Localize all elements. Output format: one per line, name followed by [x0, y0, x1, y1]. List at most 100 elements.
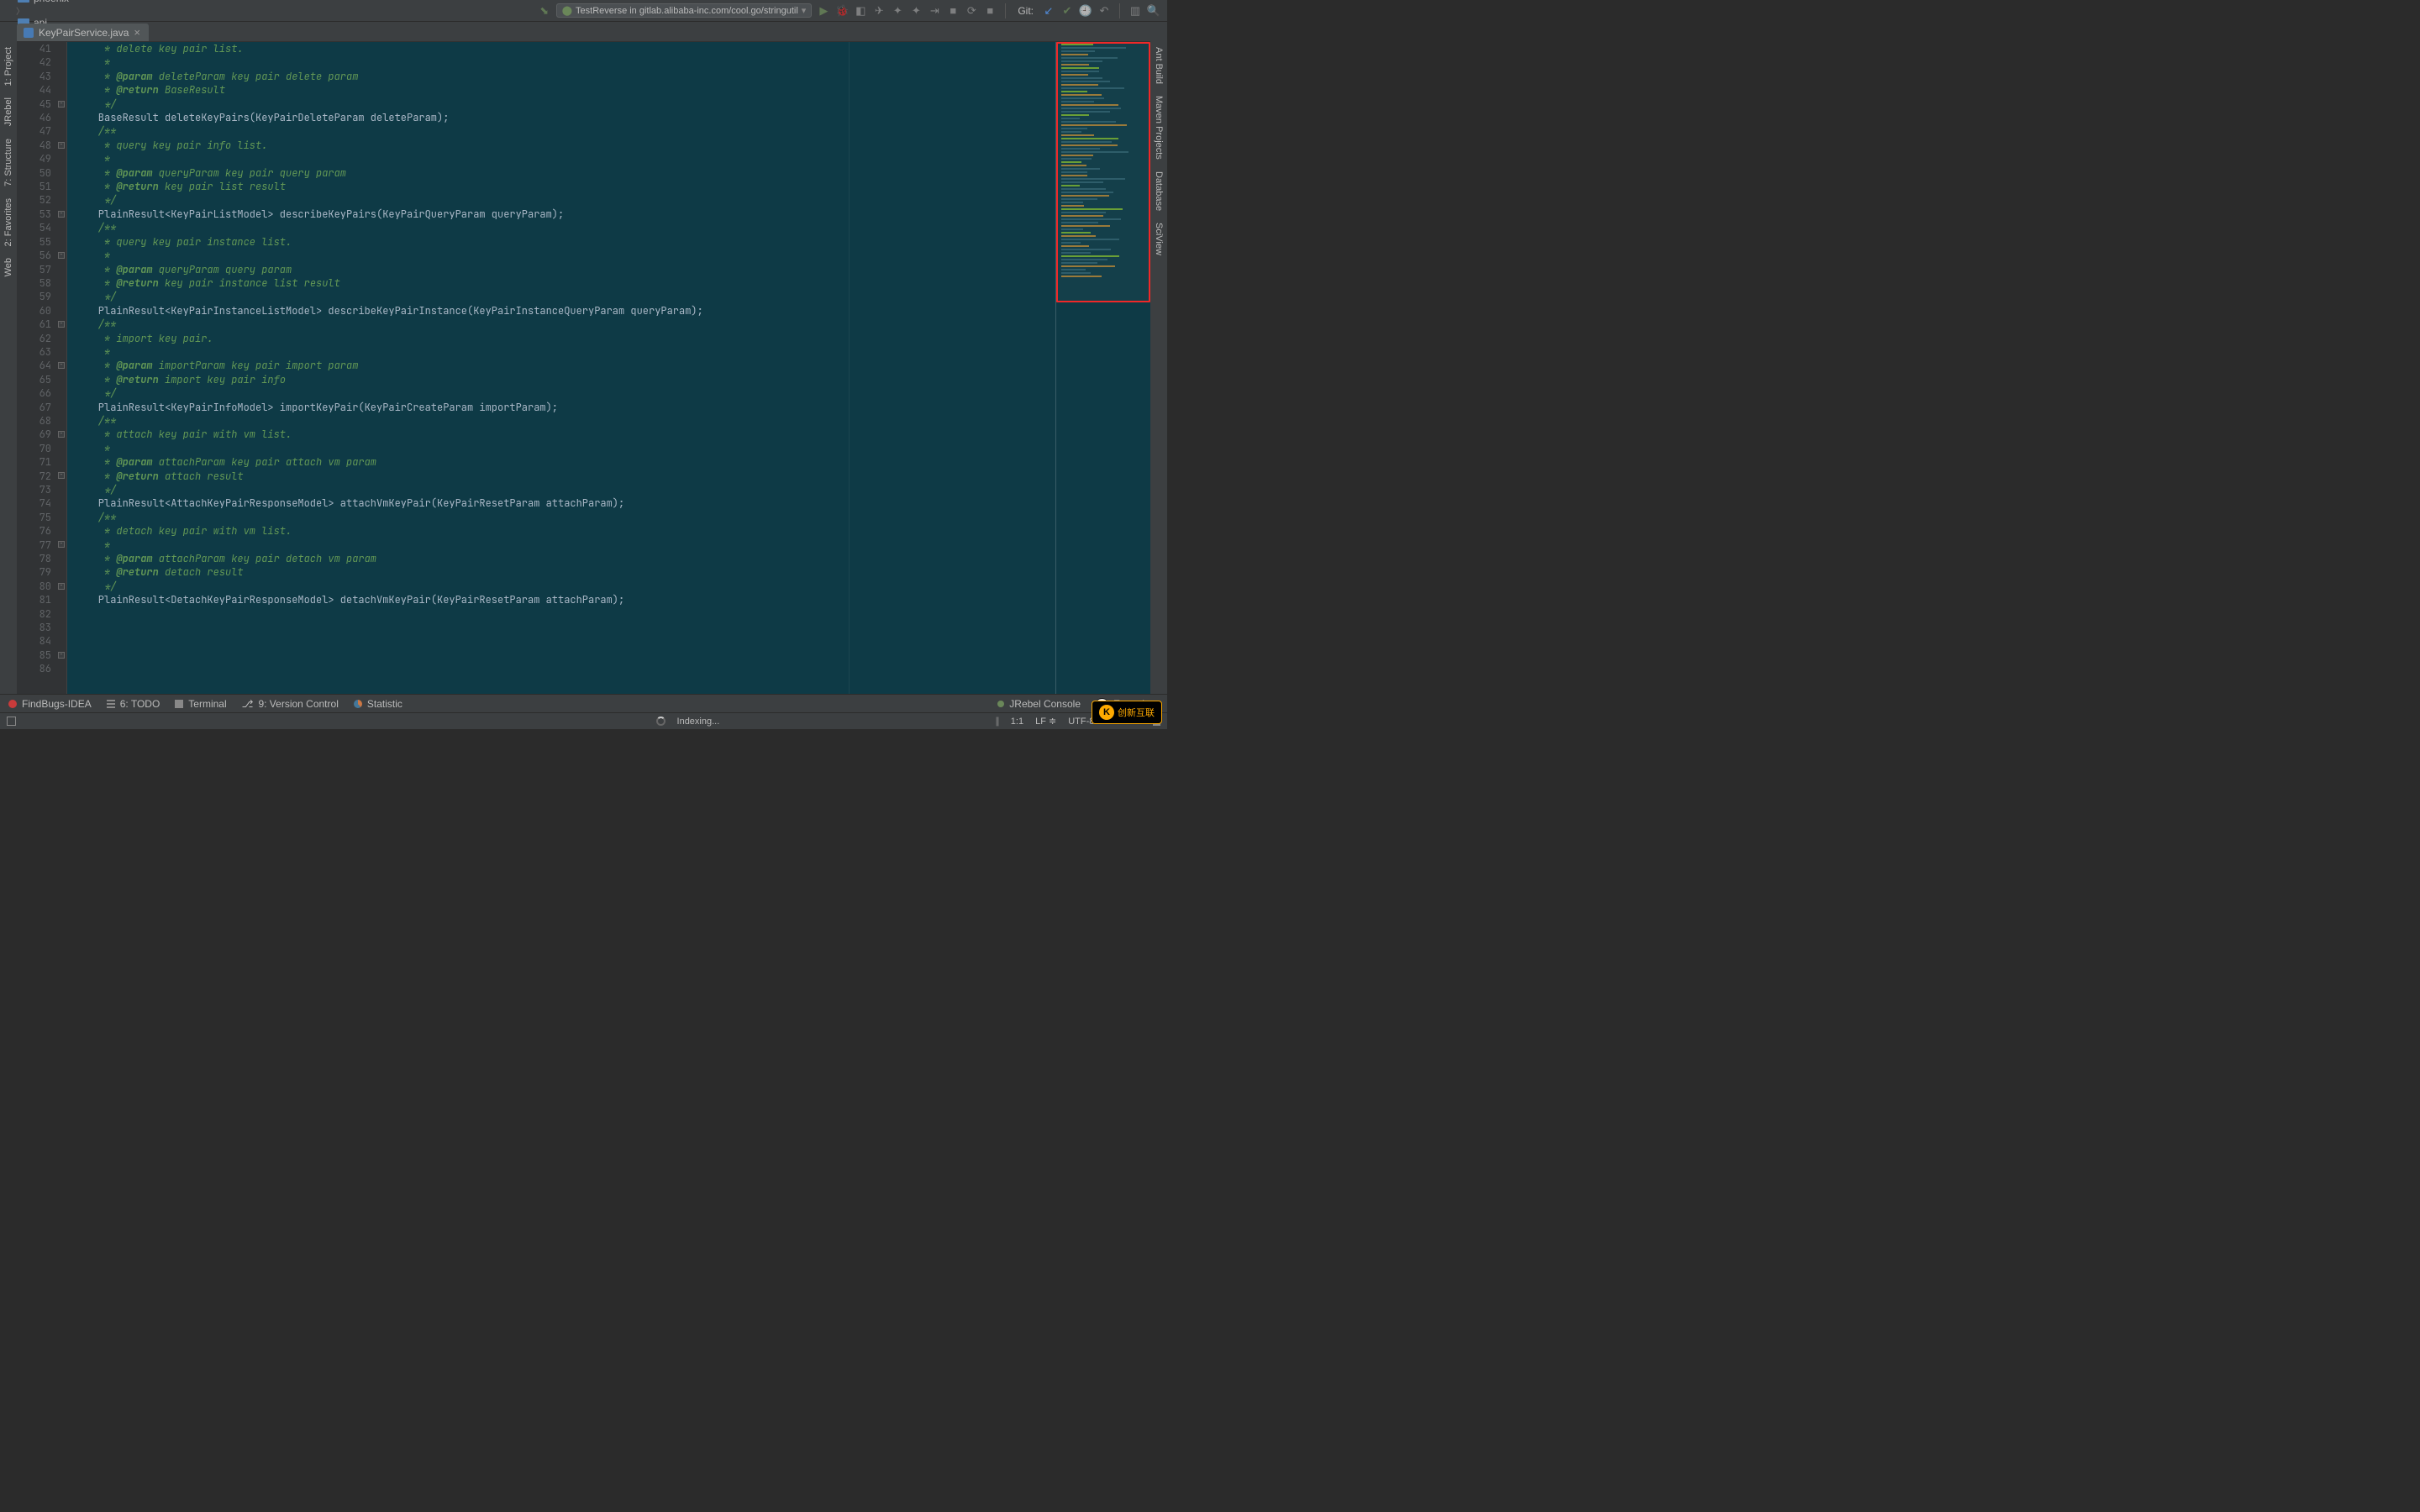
code-line[interactable]: * [74, 442, 1150, 455]
line-number[interactable]: 67 [17, 401, 51, 414]
line-gutter[interactable]: 4142434445464748495051525354555657585960… [17, 42, 67, 694]
fold-toggle[interactable]: - [58, 652, 65, 659]
line-number[interactable]: 61 [17, 318, 51, 331]
git-update-icon[interactable]: ↙ [1042, 4, 1055, 18]
line-number[interactable]: 47 [17, 124, 51, 138]
line-number[interactable]: 71 [17, 455, 51, 469]
fold-toggle[interactable]: - [58, 541, 65, 548]
fold-toggle[interactable]: - [58, 211, 65, 218]
line-number[interactable]: 51 [17, 180, 51, 193]
line-number[interactable]: 73 [17, 483, 51, 496]
attach-icon[interactable]: ⇥ [928, 4, 941, 18]
code-line[interactable]: * [74, 538, 1150, 552]
findbugs-button[interactable]: FindBugs-IDEA [8, 698, 92, 710]
code-line[interactable]: PlainResult<KeyPairInstanceListModel> de… [74, 304, 1150, 318]
line-number[interactable]: 41 [17, 42, 51, 55]
line-number[interactable]: 60 [17, 304, 51, 318]
code-line[interactable]: * delete key pair list. [74, 42, 1150, 55]
line-number[interactable]: 46 [17, 111, 51, 124]
left-toolwindow-structure[interactable]: 7: Structure [3, 139, 13, 186]
code-line[interactable]: * @param attachParam key pair detach vm … [74, 552, 1150, 565]
statistic-button[interactable]: Statistic [354, 698, 402, 710]
stop-icon[interactable]: ■ [946, 4, 960, 18]
jrebel-console-button[interactable]: JRebel Console [997, 698, 1081, 710]
project-structure-icon[interactable]: ▥ [1128, 4, 1142, 18]
code-line[interactable]: * @return key pair instance list result [74, 276, 1150, 290]
code-line[interactable]: */ [74, 290, 1150, 303]
code-line[interactable]: * @param deleteParam key pair delete par… [74, 70, 1150, 83]
run-config-selector[interactable]: ⬤ TestReverse in gitlab.alibaba-inc.com/… [556, 3, 813, 18]
right-toolwindow-antbuild[interactable]: Ant Build [1154, 47, 1164, 84]
fold-toggle[interactable]: - [58, 101, 65, 108]
line-number[interactable]: 75 [17, 511, 51, 524]
line-number[interactable]: 86 [17, 662, 51, 675]
line-number[interactable]: 62 [17, 332, 51, 345]
code-line[interactable]: * query key pair info list. [74, 139, 1150, 152]
code-line[interactable]: * [74, 249, 1150, 262]
line-number[interactable]: 70 [17, 442, 51, 455]
code-line[interactable]: /** [74, 221, 1150, 234]
fold-toggle[interactable]: - [58, 142, 65, 149]
coverage-icon[interactable]: ◧ [854, 4, 867, 18]
line-number[interactable]: 57 [17, 263, 51, 276]
fold-toggle[interactable]: - [58, 362, 65, 369]
code-line[interactable]: PlainResult<KeyPairInfoModel> importKeyP… [74, 401, 1150, 414]
version-control-button[interactable]: ⎇9: Version Control [242, 698, 339, 710]
line-number[interactable]: 52 [17, 193, 51, 207]
pause-icon[interactable]: ∥ [995, 716, 999, 727]
fold-toggle[interactable]: - [58, 472, 65, 479]
rerun-icon[interactable]: ⟳ [965, 4, 978, 18]
run-icon[interactable]: ▶ [817, 4, 830, 18]
terminal-button[interactable]: Terminal [175, 698, 226, 710]
line-number[interactable]: 82 [17, 607, 51, 621]
search-icon[interactable]: 🔍 [1147, 4, 1160, 18]
line-number[interactable]: 54 [17, 221, 51, 234]
line-number[interactable]: 48 [17, 139, 51, 152]
code-line[interactable]: * query key pair instance list. [74, 235, 1150, 249]
code-line[interactable]: */ [74, 97, 1150, 111]
stop-all-icon[interactable]: ■ [983, 4, 997, 18]
git-history-icon[interactable]: 🕘 [1079, 4, 1092, 18]
line-number[interactable]: 58 [17, 276, 51, 290]
line-number[interactable]: 43 [17, 70, 51, 83]
line-number[interactable]: 83 [17, 621, 51, 634]
code-line[interactable]: * @return key pair list result [74, 180, 1150, 193]
right-toolwindow-mavenprojects[interactable]: Maven Projects [1154, 96, 1164, 160]
code-line[interactable]: * import key pair. [74, 332, 1150, 345]
code-line[interactable]: * @return BaseResult [74, 83, 1150, 97]
line-number[interactable]: 76 [17, 524, 51, 538]
line-number[interactable]: 72 [17, 470, 51, 483]
profile-icon[interactable]: ✈ [872, 4, 886, 18]
git-commit-icon[interactable]: ✔ [1060, 4, 1074, 18]
code-line[interactable]: * @param importParam key pair import par… [74, 359, 1150, 372]
line-number[interactable]: 84 [17, 634, 51, 648]
line-number[interactable]: 77 [17, 538, 51, 552]
line-number[interactable]: 85 [17, 648, 51, 662]
jrebel-debug-icon[interactable]: ✦ [909, 4, 923, 18]
code-line[interactable]: * @return detach result [74, 565, 1150, 579]
code-line[interactable]: * @return import key pair info [74, 373, 1150, 386]
jrebel-run-icon[interactable]: ✦ [891, 4, 904, 18]
code-line[interactable]: * @param attachParam key pair attach vm … [74, 455, 1150, 469]
left-toolwindow-favorites[interactable]: 2: Favorites [3, 198, 13, 246]
code-line[interactable]: * @return attach result [74, 470, 1150, 483]
code-line[interactable]: /** [74, 124, 1150, 138]
left-toolwindow-jrebel[interactable]: JRebel [3, 97, 13, 126]
code-line[interactable]: * [74, 345, 1150, 359]
line-number[interactable]: 69 [17, 428, 51, 441]
code-editor[interactable]: * delete key pair list. * * @param delet… [67, 42, 1150, 694]
git-revert-icon[interactable]: ↶ [1097, 4, 1111, 18]
line-number[interactable]: 68 [17, 414, 51, 428]
code-line[interactable]: /** [74, 511, 1150, 524]
code-line[interactable]: PlainResult<AttachKeyPairResponseModel> … [74, 496, 1150, 510]
code-line[interactable]: * [74, 152, 1150, 165]
line-separator[interactable]: LF ≑ [1035, 716, 1056, 727]
close-icon[interactable]: × [134, 26, 140, 39]
code-line[interactable]: */ [74, 193, 1150, 207]
debug-icon[interactable]: 🐞 [835, 4, 849, 18]
breadcrumb-item[interactable]: phoenix [15, 0, 103, 4]
line-number[interactable]: 66 [17, 386, 51, 400]
build-icon[interactable]: ⬊ [538, 4, 551, 18]
line-number[interactable]: 65 [17, 373, 51, 386]
line-number[interactable]: 55 [17, 235, 51, 249]
